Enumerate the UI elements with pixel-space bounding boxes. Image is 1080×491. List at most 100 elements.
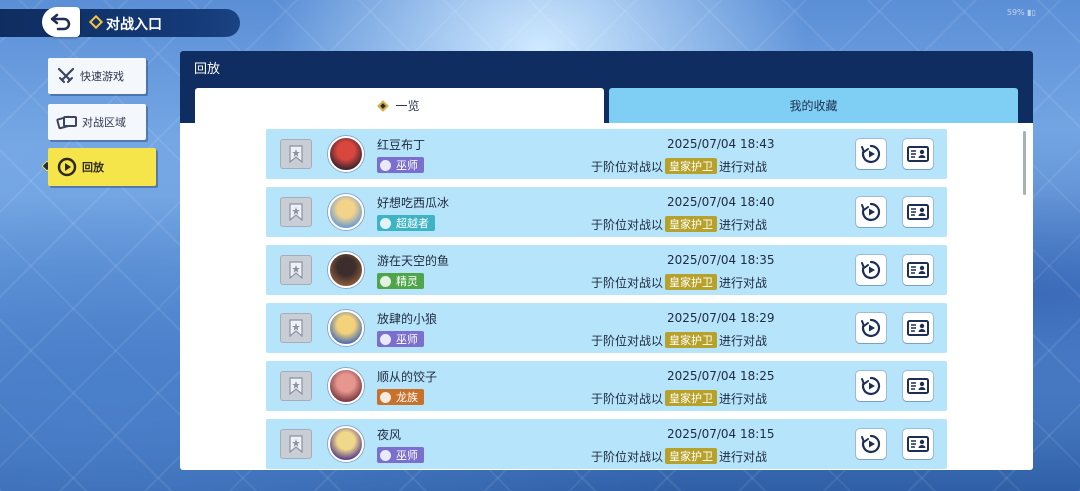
class-badge: 巫师 bbox=[377, 331, 424, 347]
replay-row: 夜风 巫师 2025/07/04 18:15 于阶位对战以 皇家护卫 进行对战 bbox=[266, 419, 947, 469]
panel-title: 回放 bbox=[180, 51, 1033, 81]
class-badge: 巫师 bbox=[377, 157, 424, 173]
match-description: 于阶位对战以 皇家护卫 进行对战 bbox=[591, 216, 767, 232]
bookmark-icon bbox=[289, 377, 303, 395]
scrollbar[interactable] bbox=[1023, 131, 1026, 195]
avatar bbox=[328, 252, 364, 288]
avatar bbox=[328, 136, 364, 172]
crossed-swords-icon bbox=[57, 67, 75, 83]
match-time: 2025/07/04 18:25 bbox=[667, 369, 775, 383]
class-badge: 精灵 bbox=[377, 273, 424, 289]
match-suffix: 进行对战 bbox=[719, 333, 768, 348]
replay-row: 游在天空的鱼 精灵 2025/07/04 18:35 于阶位对战以 皇家护卫 进… bbox=[266, 245, 947, 295]
page-title: 对战入口 bbox=[106, 17, 162, 33]
player-profile-button[interactable] bbox=[903, 139, 933, 169]
sidebar-item-replay[interactable]: 回放 bbox=[48, 148, 156, 186]
replay-icon bbox=[861, 202, 881, 222]
class-icon bbox=[380, 333, 391, 345]
mode-badge: 皇家护卫 bbox=[665, 332, 718, 348]
player-profile-button[interactable] bbox=[903, 313, 933, 343]
match-time: 2025/07/04 18:35 bbox=[667, 253, 775, 267]
replay-icon bbox=[861, 376, 881, 396]
class-label: 巫师 bbox=[396, 449, 418, 462]
back-button[interactable] bbox=[42, 7, 80, 37]
tab-overview[interactable]: 一览 bbox=[195, 88, 604, 123]
match-description: 于阶位对战以 皇家护卫 进行对战 bbox=[591, 158, 767, 174]
bookmark-button[interactable] bbox=[280, 429, 312, 459]
bookmark-button[interactable] bbox=[280, 255, 312, 285]
replay-play-button[interactable] bbox=[856, 429, 886, 459]
bookmark-button[interactable] bbox=[280, 139, 312, 169]
tab-favorites[interactable]: 我的收藏 bbox=[609, 88, 1018, 123]
mode-badge: 皇家护卫 bbox=[665, 448, 718, 464]
match-description: 于阶位对战以 皇家护卫 进行对战 bbox=[591, 448, 767, 464]
match-suffix: 进行对战 bbox=[719, 159, 768, 174]
replay-play-button[interactable] bbox=[856, 139, 886, 169]
mode-badge: 皇家护卫 bbox=[665, 274, 718, 290]
match-suffix: 进行对战 bbox=[719, 391, 768, 406]
bookmark-icon bbox=[289, 145, 303, 163]
bookmark-button[interactable] bbox=[280, 313, 312, 343]
profile-card-icon bbox=[907, 146, 929, 162]
sidebar-item-label: 快速游戏 bbox=[80, 70, 124, 83]
class-badge: 巫师 bbox=[377, 447, 424, 463]
avatar bbox=[328, 368, 364, 404]
player-profile-button[interactable] bbox=[903, 197, 933, 227]
class-icon bbox=[380, 217, 391, 229]
avatar bbox=[328, 194, 364, 230]
cards-icon bbox=[56, 115, 77, 130]
match-suffix: 进行对战 bbox=[719, 275, 768, 290]
class-label: 龙族 bbox=[396, 391, 418, 404]
match-description: 于阶位对战以 皇家护卫 进行对战 bbox=[591, 390, 767, 406]
match-time: 2025/07/04 18:43 bbox=[667, 137, 775, 151]
profile-card-icon bbox=[907, 378, 929, 394]
bookmark-icon bbox=[289, 203, 303, 221]
replay-icon bbox=[861, 434, 881, 454]
class-label: 超越者 bbox=[396, 217, 429, 230]
bookmark-icon bbox=[289, 435, 303, 453]
profile-card-icon bbox=[907, 320, 929, 336]
match-prefix: 于阶位对战以 bbox=[591, 159, 664, 174]
profile-card-icon bbox=[907, 436, 929, 452]
sidebar-item-quick-game[interactable]: 快速游戏 bbox=[48, 58, 146, 94]
player-profile-button[interactable] bbox=[903, 429, 933, 459]
match-description: 于阶位对战以 皇家护卫 进行对战 bbox=[591, 332, 767, 348]
mode-badge: 皇家护卫 bbox=[665, 390, 718, 406]
player-name: 好想吃西瓜冰 bbox=[377, 196, 450, 210]
match-prefix: 于阶位对战以 bbox=[591, 333, 664, 348]
player-name: 顺从的饺子 bbox=[377, 370, 438, 384]
match-prefix: 于阶位对战以 bbox=[591, 275, 664, 290]
replay-row: 红豆布丁 巫师 2025/07/04 18:43 于阶位对战以 皇家护卫 进行对… bbox=[266, 129, 947, 179]
player-profile-button[interactable] bbox=[903, 255, 933, 285]
class-label: 巫师 bbox=[396, 159, 418, 172]
bookmark-icon bbox=[289, 319, 303, 337]
replay-play-button[interactable] bbox=[856, 255, 886, 285]
replay-row: 好想吃西瓜冰 超越者 2025/07/04 18:40 于阶位对战以 皇家护卫 … bbox=[266, 187, 947, 237]
replay-play-button[interactable] bbox=[856, 313, 886, 343]
match-time: 2025/07/04 18:40 bbox=[667, 195, 775, 209]
class-badge: 超越者 bbox=[377, 215, 435, 231]
bookmark-button[interactable] bbox=[280, 371, 312, 401]
sidebar-item-battle-area[interactable]: 对战区域 bbox=[48, 104, 146, 140]
tab-label: 我的收藏 bbox=[789, 99, 838, 113]
replay-icon bbox=[861, 144, 881, 164]
replay-panel: 回放 一览 我的收藏 红豆布丁 巫师 2025/07/04 18:43 于阶位对… bbox=[180, 51, 1033, 470]
match-time: 2025/07/04 18:29 bbox=[667, 311, 775, 325]
replay-play-button[interactable] bbox=[856, 197, 886, 227]
bookmark-button[interactable] bbox=[280, 197, 312, 227]
replay-icon bbox=[57, 157, 77, 177]
player-name: 放肆的小狼 bbox=[377, 312, 438, 326]
class-label: 巫师 bbox=[396, 333, 418, 346]
profile-card-icon bbox=[907, 262, 929, 278]
sidebar-item-label: 对战区域 bbox=[82, 116, 126, 129]
class-icon bbox=[380, 159, 391, 171]
status-indicator: 59% ▮▯ bbox=[1006, 8, 1036, 17]
player-profile-button[interactable] bbox=[903, 371, 933, 401]
match-prefix: 于阶位对战以 bbox=[591, 449, 664, 464]
tab-diamond-icon bbox=[377, 99, 390, 112]
match-prefix: 于阶位对战以 bbox=[591, 217, 664, 232]
match-prefix: 于阶位对战以 bbox=[591, 391, 664, 406]
match-description: 于阶位对战以 皇家护卫 进行对战 bbox=[591, 274, 767, 290]
class-badge: 龙族 bbox=[377, 389, 424, 405]
replay-play-button[interactable] bbox=[856, 371, 886, 401]
